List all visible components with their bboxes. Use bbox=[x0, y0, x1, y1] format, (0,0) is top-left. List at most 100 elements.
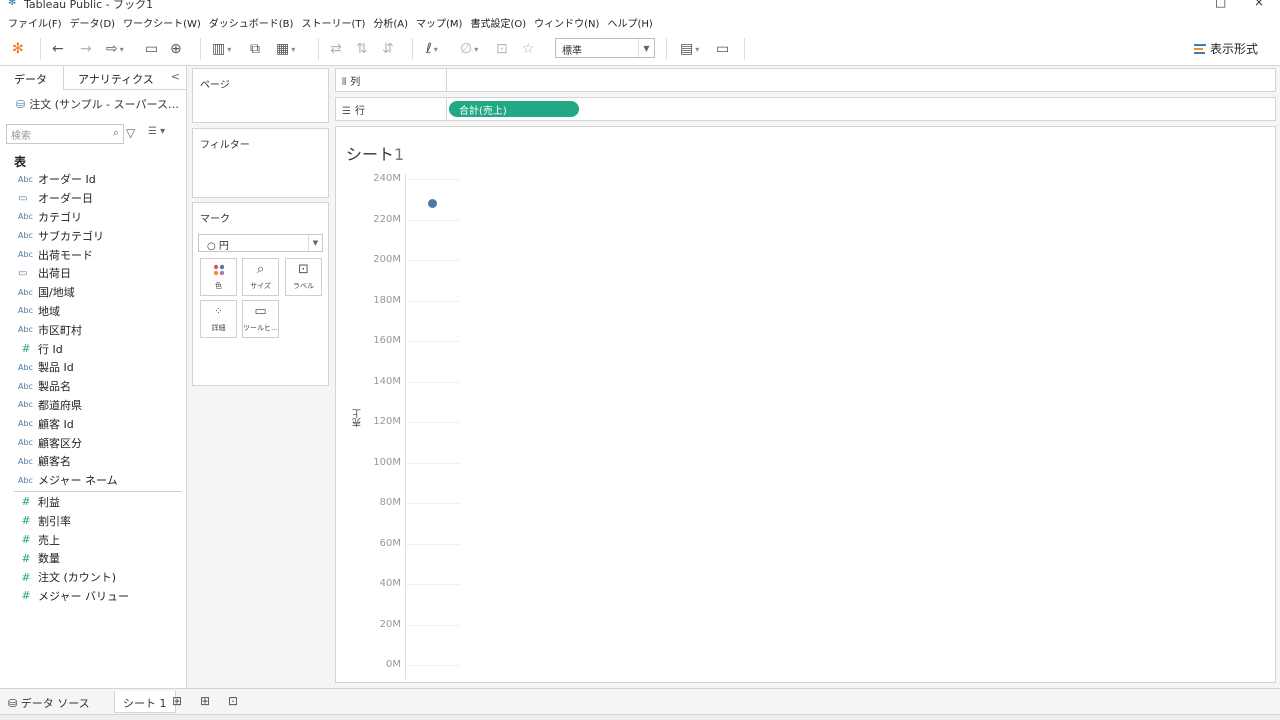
undo-icon[interactable]: ← bbox=[52, 38, 64, 60]
y-tick-label: 60M bbox=[379, 537, 401, 549]
field-item[interactable]: # 売上 bbox=[0, 530, 186, 549]
sheet-tab[interactable]: シート 1 bbox=[114, 691, 176, 713]
y-gridline bbox=[406, 300, 460, 302]
tooltip-button[interactable]: ▭ ツールヒ… bbox=[242, 300, 279, 338]
rows-shelf[interactable]: ☰ 行 合計(売上) bbox=[335, 97, 1276, 121]
field-item[interactable]: # 行 Id bbox=[0, 339, 186, 358]
y-gridline bbox=[406, 624, 460, 626]
field-item[interactable]: Abc 製品 Id bbox=[0, 358, 186, 377]
menu-help[interactable]: ヘルプ(H) bbox=[603, 15, 656, 30]
menu-worksheet[interactable]: ワークシート(W) bbox=[119, 15, 205, 30]
new-sheet-icon[interactable]: ⊞ bbox=[172, 694, 182, 708]
datasource-tab[interactable]: ⛁ データ ソース bbox=[0, 691, 98, 713]
field-divider bbox=[14, 490, 182, 492]
field-item[interactable]: Abc 顧客 Id bbox=[0, 414, 186, 433]
fit-width-icon[interactable]: ▤ ▾ bbox=[680, 38, 699, 60]
tables-heading: 表 bbox=[14, 155, 27, 169]
tab-analytics[interactable]: アナリティクス bbox=[64, 66, 168, 90]
maximize-icon[interactable]: □ bbox=[1215, 0, 1226, 9]
new-datasource-icon[interactable]: ⊕ bbox=[170, 38, 182, 60]
cards-pane: ページ フィルター マーク ○ 円 ▼ 色 ⌕ サイズ ⊡ ラベル ⁘ 詳細 ▭ bbox=[187, 66, 335, 688]
field-item[interactable]: # 利益 bbox=[0, 493, 186, 512]
filters-card[interactable]: フィルター bbox=[192, 128, 329, 198]
field-item[interactable]: # メジャー バリュー bbox=[0, 587, 186, 606]
new-dashboard-icon[interactable]: ⊞ bbox=[200, 694, 210, 708]
y-tick-label: 180M bbox=[373, 294, 401, 306]
field-item[interactable]: Abc オーダー Id bbox=[0, 170, 186, 189]
replay-icon[interactable]: ⇨ ▾ bbox=[106, 38, 124, 60]
collapse-pane-icon[interactable]: < bbox=[171, 70, 180, 83]
label-button[interactable]: ⊡ ラベル bbox=[285, 258, 322, 296]
string-type-icon: Abc bbox=[18, 456, 33, 466]
number-type-icon: # bbox=[21, 570, 31, 584]
menu-data[interactable]: データ(D) bbox=[66, 15, 120, 30]
detail-button[interactable]: ⁘ 詳細 bbox=[200, 300, 237, 338]
sum-sales-pill[interactable]: 合計(売上) bbox=[449, 101, 579, 117]
menu-format[interactable]: 書式設定(O) bbox=[466, 15, 530, 30]
new-worksheet-icon[interactable]: ▥ ▾ bbox=[212, 38, 231, 60]
fix-axes-icon[interactable]: ☆ bbox=[522, 38, 535, 60]
field-item[interactable]: ▭ オーダー日 bbox=[0, 189, 186, 208]
duplicate-sheet-icon[interactable]: ⧉ bbox=[250, 38, 260, 60]
fit-select[interactable]: 標準 ▼ bbox=[555, 38, 655, 58]
columns-icon: ⫴ bbox=[342, 77, 347, 88]
field-name: 顧客区分 bbox=[38, 436, 82, 450]
field-item[interactable]: Abc メジャー ネーム bbox=[0, 471, 186, 490]
filters-card-title: フィルター bbox=[200, 140, 250, 151]
tab-data[interactable]: データ bbox=[0, 66, 64, 90]
rows-label-text: 行 bbox=[354, 106, 365, 117]
field-item[interactable]: # 割引率 bbox=[0, 511, 186, 530]
field-item[interactable]: Abc 都道府県 bbox=[0, 396, 186, 415]
field-item[interactable]: # 数量 bbox=[0, 549, 186, 568]
datasource-item[interactable]: ⛁ 注文 (サンプル - スーパース… bbox=[16, 96, 179, 112]
field-item[interactable]: Abc 市区町村 bbox=[0, 320, 186, 339]
presentation-mode-icon[interactable]: ▭ bbox=[716, 38, 729, 60]
field-item[interactable]: Abc 出荷モード bbox=[0, 245, 186, 264]
search-input[interactable]: 検索 ⌕ bbox=[6, 124, 124, 144]
redo-icon[interactable]: → bbox=[80, 38, 92, 60]
sort-ascending-icon[interactable]: ⇅ bbox=[356, 38, 368, 60]
filter-icon[interactable]: ▽ bbox=[126, 126, 135, 140]
mark-type-select[interactable]: ○ 円 ▼ bbox=[198, 234, 323, 252]
size-button[interactable]: ⌕ サイズ bbox=[242, 258, 279, 296]
field-item[interactable]: Abc 顧客名 bbox=[0, 452, 186, 471]
tooltip-label: ツールヒ… bbox=[243, 324, 278, 332]
number-type-icon: # bbox=[21, 551, 31, 565]
menu-file[interactable]: ファイル(F) bbox=[4, 15, 66, 30]
columns-shelf[interactable]: ⫴ 列 bbox=[335, 68, 1276, 92]
close-icon[interactable]: × bbox=[1254, 0, 1264, 9]
tableau-home-icon[interactable]: ✻ bbox=[12, 38, 24, 60]
field-item[interactable]: ▭ 出荷日 bbox=[0, 264, 186, 283]
field-name: メジャー ネーム bbox=[38, 474, 118, 488]
field-item[interactable]: Abc カテゴリ bbox=[0, 208, 186, 227]
size-label: サイズ bbox=[250, 282, 271, 290]
field-item[interactable]: Abc 地域 bbox=[0, 302, 186, 321]
field-item[interactable]: Abc 製品名 bbox=[0, 377, 186, 396]
show-me-button[interactable]: 表示形式 bbox=[1193, 40, 1258, 57]
data-point[interactable] bbox=[428, 198, 437, 208]
y-tick-label: 40M bbox=[379, 578, 401, 589]
swap-rows-columns-icon[interactable]: ⇄ bbox=[330, 38, 342, 60]
field-item[interactable]: Abc サブカテゴリ bbox=[0, 226, 186, 245]
menu-map[interactable]: マップ(M) bbox=[412, 15, 466, 30]
new-story-icon[interactable]: ⊡ bbox=[228, 694, 238, 708]
menu-story[interactable]: ストーリー(T) bbox=[297, 15, 369, 30]
sort-descending-icon[interactable]: ⇵ bbox=[382, 38, 394, 60]
group-icon[interactable]: ∅ ▾ bbox=[460, 38, 478, 60]
save-icon[interactable]: ▭ bbox=[145, 38, 158, 60]
show-labels-icon[interactable]: ⊡ bbox=[496, 38, 508, 60]
field-item[interactable]: Abc 国/地域 bbox=[0, 283, 186, 302]
menu-analysis[interactable]: 分析(A) bbox=[369, 15, 412, 30]
view-options-icon[interactable]: ☰ ▾ bbox=[148, 126, 165, 137]
clear-sheet-icon[interactable]: ▦ ▾ bbox=[276, 38, 295, 60]
field-item[interactable]: Abc 顧客区分 bbox=[0, 433, 186, 452]
field-name: メジャー バリュー bbox=[38, 589, 129, 603]
pages-card[interactable]: ページ bbox=[192, 68, 329, 123]
highlight-icon[interactable]: ℓ ▾ bbox=[426, 38, 438, 60]
color-button[interactable]: 色 bbox=[200, 258, 237, 296]
menu-window[interactable]: ウィンドウ(N) bbox=[530, 15, 603, 30]
menu-dashboard[interactable]: ダッシュボード(B) bbox=[205, 15, 298, 30]
marks-card-title: マーク bbox=[200, 214, 230, 225]
field-name: カテゴリ bbox=[38, 210, 82, 224]
field-item[interactable]: # 注文 (カウント) bbox=[0, 568, 186, 587]
